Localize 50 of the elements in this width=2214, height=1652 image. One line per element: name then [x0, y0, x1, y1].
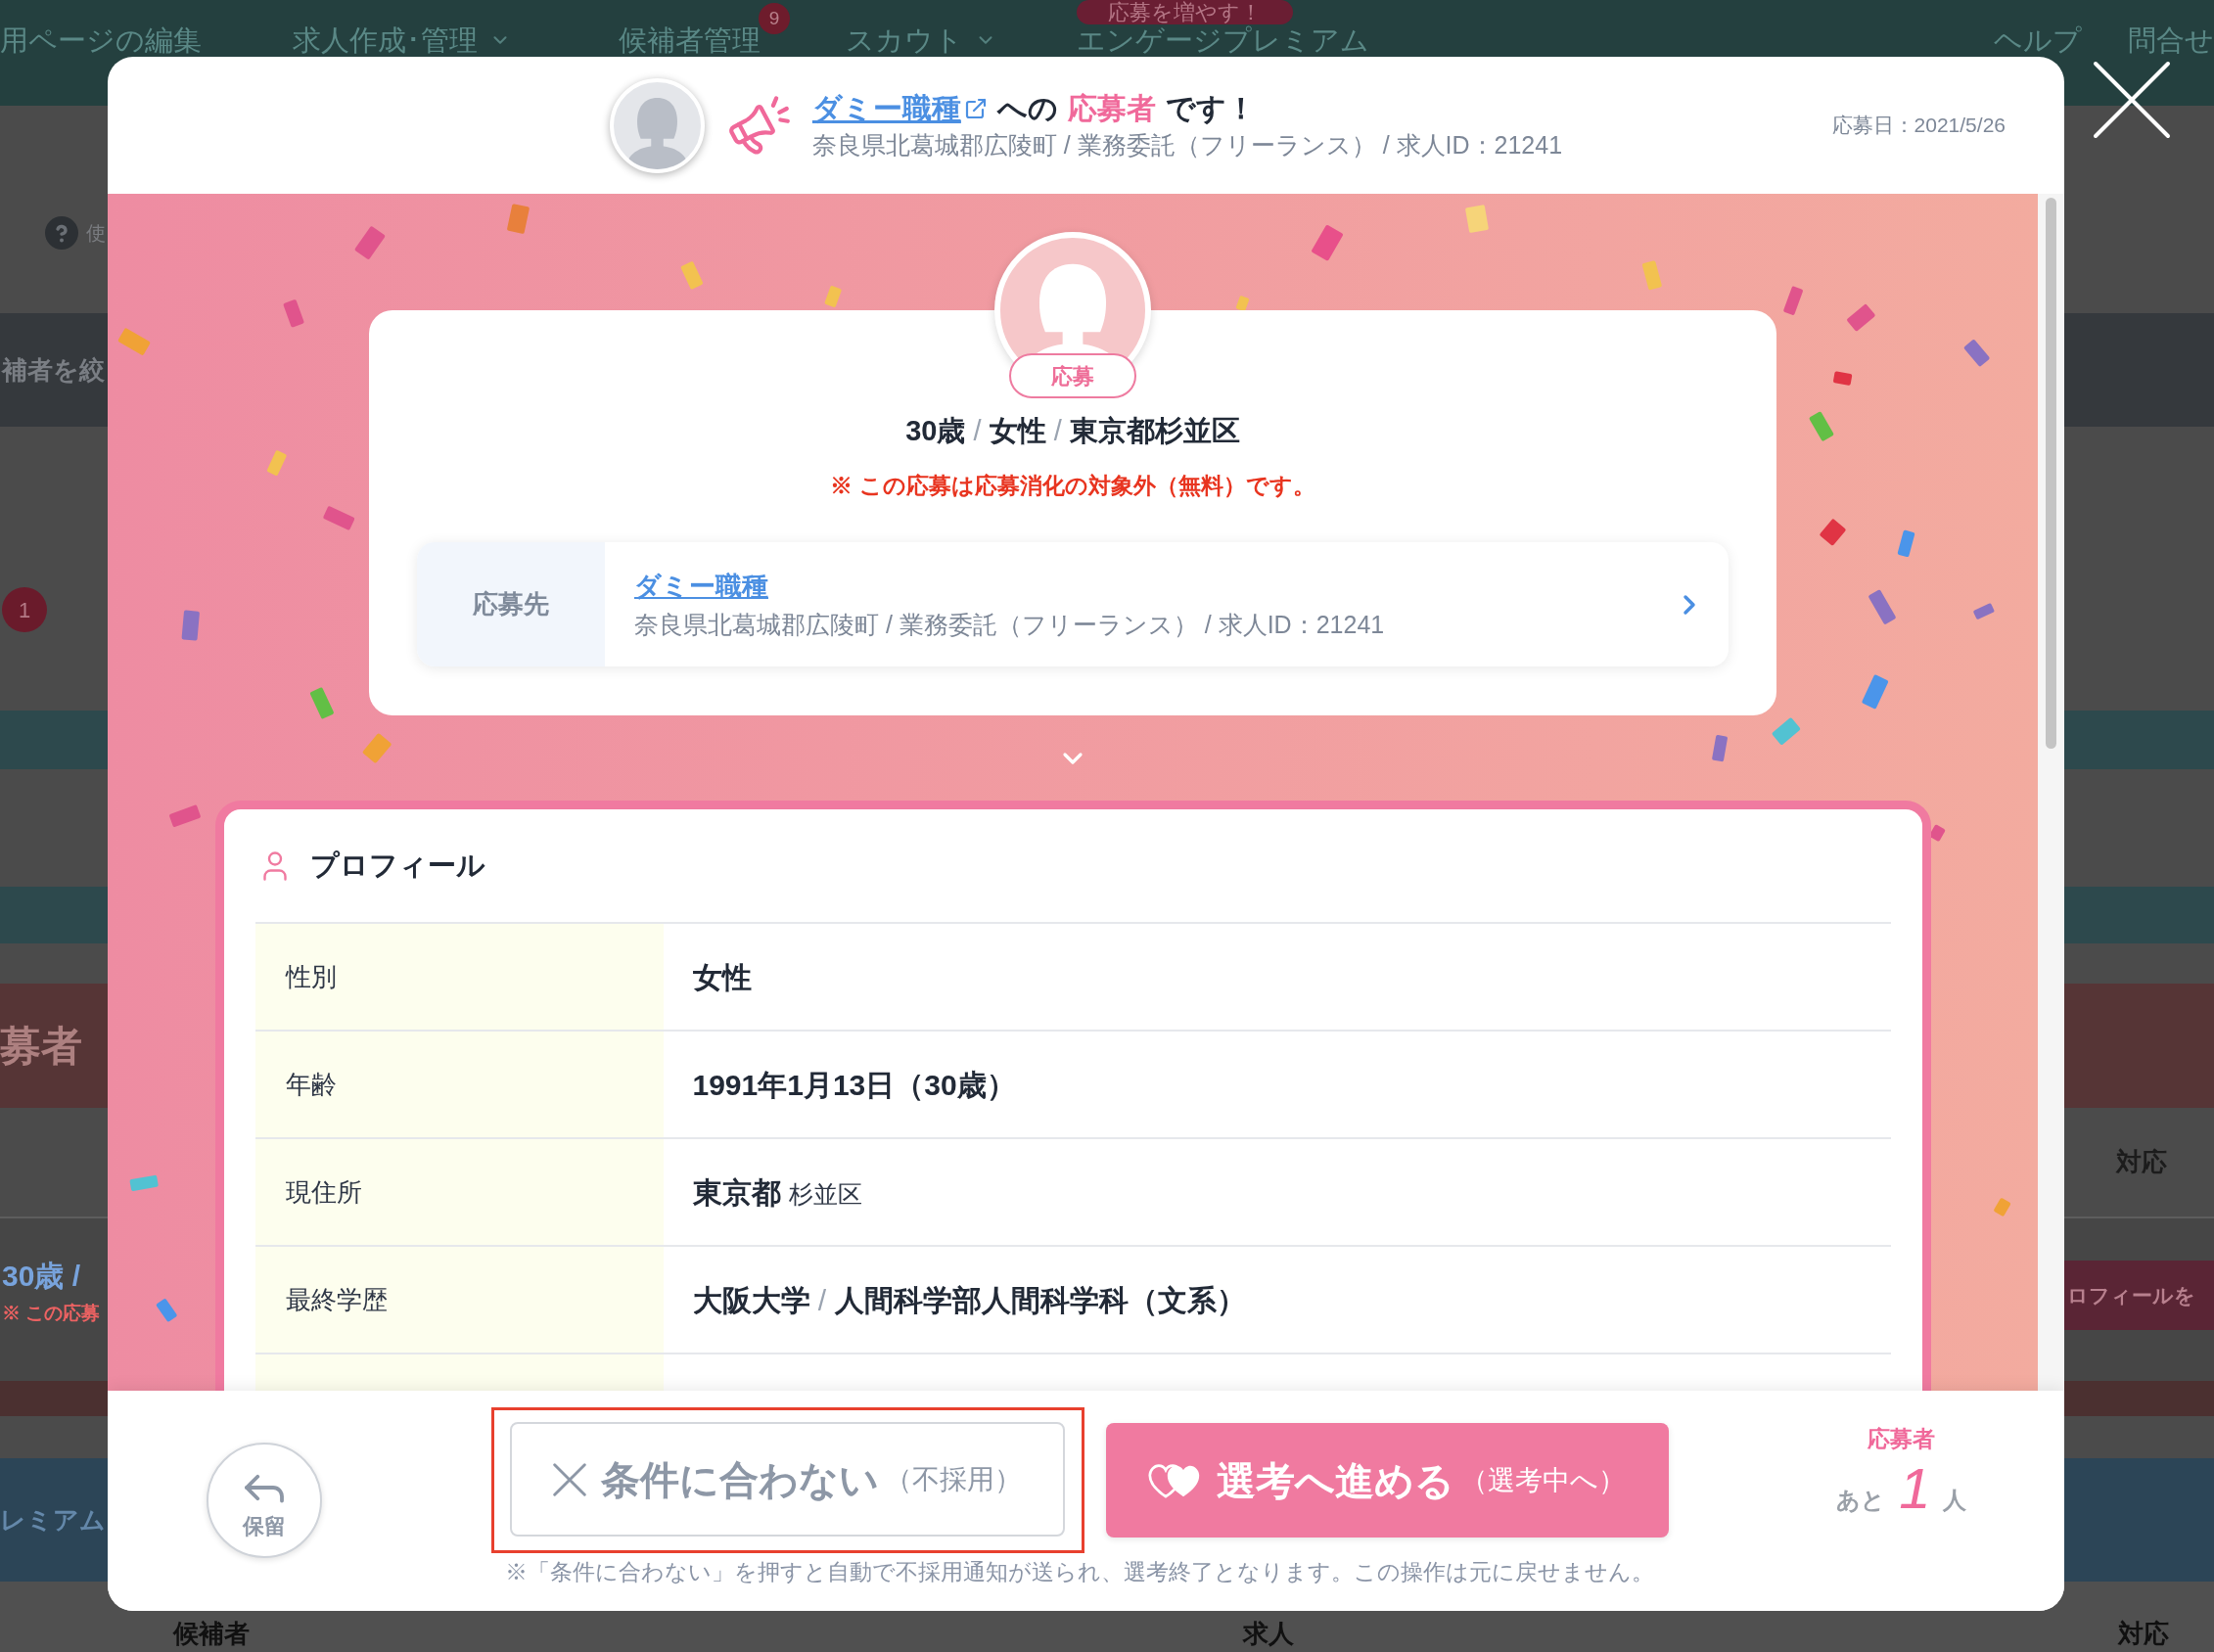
- field-label: 性別: [254, 924, 664, 1030]
- column-header: 対応: [2118, 1619, 2169, 1648]
- section-title: 募者: [0, 1022, 82, 1071]
- banner-label: レミアム: [0, 1503, 106, 1537]
- profile-title: プロフィール: [309, 848, 485, 883]
- warning-note: ※「条件に合わない」を押すと自動で不採用通知が送られ、選考終了となります。この操作は元に戻せません。: [505, 1558, 1654, 1586]
- nav-link[interactable]: ヘルプ: [1994, 25, 2082, 55]
- nav-link[interactable]: 候補者管理: [619, 25, 761, 55]
- cross-icon: [552, 1461, 587, 1497]
- candidate-summary: 30歳 /: [2, 1259, 82, 1294]
- field-value: 1991年1月13日（30歳）: [691, 1067, 1016, 1103]
- help-icon[interactable]: [45, 216, 78, 250]
- filter-label: 補者を絞: [2, 353, 105, 387]
- nav-link[interactable]: 問合せ: [2128, 25, 2214, 55]
- status-badge: 応募: [1009, 353, 1136, 398]
- close-icon[interactable]: [2093, 61, 2171, 139]
- count-badge: 1: [2, 587, 47, 632]
- scrollbar-thumb[interactable]: [2046, 198, 2056, 749]
- candidate-note: ※ この応募: [2, 1302, 101, 1325]
- column-header: 候補者: [173, 1619, 250, 1648]
- nav-link[interactable]: 用ページの編集: [0, 25, 202, 55]
- job-link[interactable]: ダミー職種: [634, 568, 768, 604]
- column-header: 求人: [1243, 1619, 1294, 1648]
- modal-title: ダミー職種 への 応募者 です！: [811, 89, 1563, 128]
- field-label: 最終学歴: [254, 1247, 664, 1353]
- count-badge: 9: [759, 3, 790, 34]
- reject-button[interactable]: 条件に合わない（不採用）: [509, 1422, 1065, 1537]
- nav-link[interactable]: 求人作成･管理: [293, 25, 511, 55]
- job-details: 奈良県北葛城郡広陵町 / 業務委託（フリーランス） / 求人ID：21241: [811, 130, 1563, 161]
- field-value: 女性: [691, 959, 752, 995]
- field-value: 大阪大学 / 人間科学部人間科学科（文系）: [691, 1282, 1246, 1318]
- nav-link[interactable]: スカウト: [846, 25, 996, 55]
- destination-label: 応募先: [417, 542, 605, 666]
- notice-text: ※ この応募は応募消化の対象外（無料）です。: [830, 472, 1315, 500]
- applicant-summary: 30歳 / 女性 / 東京都杉並区: [905, 414, 1240, 448]
- field-label: 現住所: [254, 1139, 664, 1245]
- advance-button[interactable]: 選考へ進める（選考中へ）: [1105, 1423, 1669, 1537]
- job-link[interactable]: ダミー職種: [811, 89, 988, 128]
- remaining-count: あと 1 人: [1836, 1459, 1966, 1518]
- nav-link[interactable]: エンゲージプレミアム: [1077, 25, 1369, 55]
- field-value: 東京都 杉並区: [691, 1174, 862, 1211]
- external-link-icon: [963, 97, 988, 120]
- job-details: 奈良県北葛城郡広陵町 / 業務委託（フリーランス） / 求人ID：21241: [634, 609, 1385, 640]
- promo-tag[interactable]: 応募を増やす！: [1077, 0, 1293, 24]
- destination-row[interactable]: 応募先 ダミー職種 奈良県北葛城郡広陵町 / 業務委託（フリーランス） / 求人ID：21241: [417, 542, 1729, 666]
- applied-date: 応募日：2021/5/26: [1831, 113, 2006, 139]
- hearts-icon: [1148, 1461, 1201, 1499]
- hold-button[interactable]: 保留: [207, 1443, 322, 1558]
- field-label: 年齢: [254, 1032, 664, 1137]
- remaining-title: 応募者: [1868, 1425, 1935, 1453]
